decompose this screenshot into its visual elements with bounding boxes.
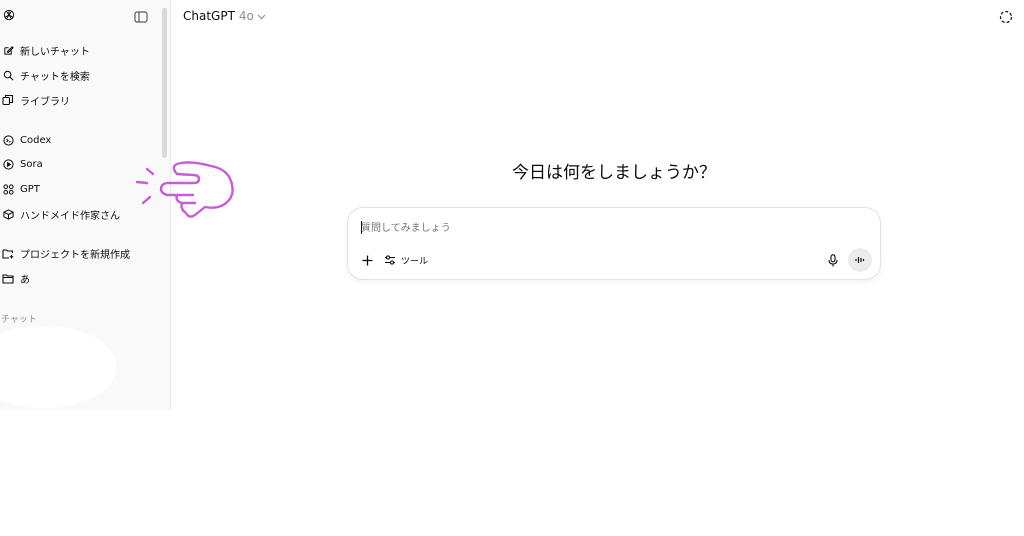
library-icon [2, 94, 14, 106]
gpt-cube-icon [2, 208, 14, 220]
tools-label: ツール [401, 256, 429, 267]
sidebar-item-label: チャットを検索 [20, 71, 90, 83]
app-window: 新しいチャット チャットを検索 ライブラリ Codex Sora GPT ハンド… [0, 0, 1024, 410]
model-version: 4o [238, 9, 254, 23]
new-project-folder-icon [2, 247, 14, 259]
add-attachment-button[interactable] [358, 251, 376, 269]
page-greeting: 今日は何をしましょうか？ [512, 163, 716, 183]
sidebar-item-search-chats[interactable]: チャットを検索 [0, 64, 160, 86]
sidebar-toggle-icon[interactable] [134, 8, 148, 23]
sidebar-item-label: Sora [20, 158, 43, 170]
voice-mode-button[interactable] [848, 248, 872, 272]
openai-logo-icon[interactable] [2, 7, 16, 21]
plus-icon [362, 255, 372, 265]
sidebar-item-label: あ [20, 274, 30, 286]
composer: ツール [347, 207, 881, 280]
folder-icon [2, 272, 14, 284]
sora-play-icon [2, 158, 14, 170]
new-chat-icon [2, 44, 14, 56]
prompt-input[interactable] [361, 220, 831, 236]
sidebar-item-library[interactable]: ライブラリ [0, 89, 160, 111]
sidebar-item-label: 新しいチャット [20, 46, 90, 58]
pointing-hand-annotation-icon [135, 161, 234, 218]
model-selector[interactable]: ChatGPT 4o [183, 7, 266, 25]
sidebar-item-new-project[interactable]: プロジェクトを新規作成 [0, 242, 160, 264]
search-icon [2, 69, 14, 81]
sidebar-item-label: プロジェクトを新規作成 [20, 249, 130, 261]
codex-icon [2, 134, 14, 146]
sidebar-item-label: ライブラリ [20, 96, 70, 108]
sidebar-top-bar [0, 0, 160, 30]
sidebar-item-label: Codex [20, 134, 52, 146]
text-caret [361, 221, 362, 234]
sidebar-item-label: ハンドメイド作家さん [20, 210, 120, 222]
chevron-down-icon [257, 9, 266, 23]
dictate-button[interactable] [824, 251, 842, 269]
microphone-icon [828, 253, 838, 266]
temporary-chat-icon[interactable] [999, 9, 1013, 24]
tools-sliders-icon [384, 254, 396, 266]
sidebar-scrollbar[interactable] [162, 8, 167, 158]
tools-button[interactable]: ツール [384, 251, 428, 269]
chats-section-label: チャット [1, 315, 37, 325]
sidebar-item-label: GPT [20, 183, 40, 195]
sidebar-item-new-chat[interactable]: 新しいチャット [0, 39, 160, 61]
voice-waveform-icon [855, 257, 865, 263]
sidebar-item-codex[interactable]: Codex [0, 129, 160, 151]
model-name: ChatGPT [183, 9, 235, 23]
sidebar-item-project-a[interactable]: あ [0, 267, 160, 289]
redaction-blob [0, 326, 117, 408]
gpt-grid-icon [2, 183, 14, 195]
